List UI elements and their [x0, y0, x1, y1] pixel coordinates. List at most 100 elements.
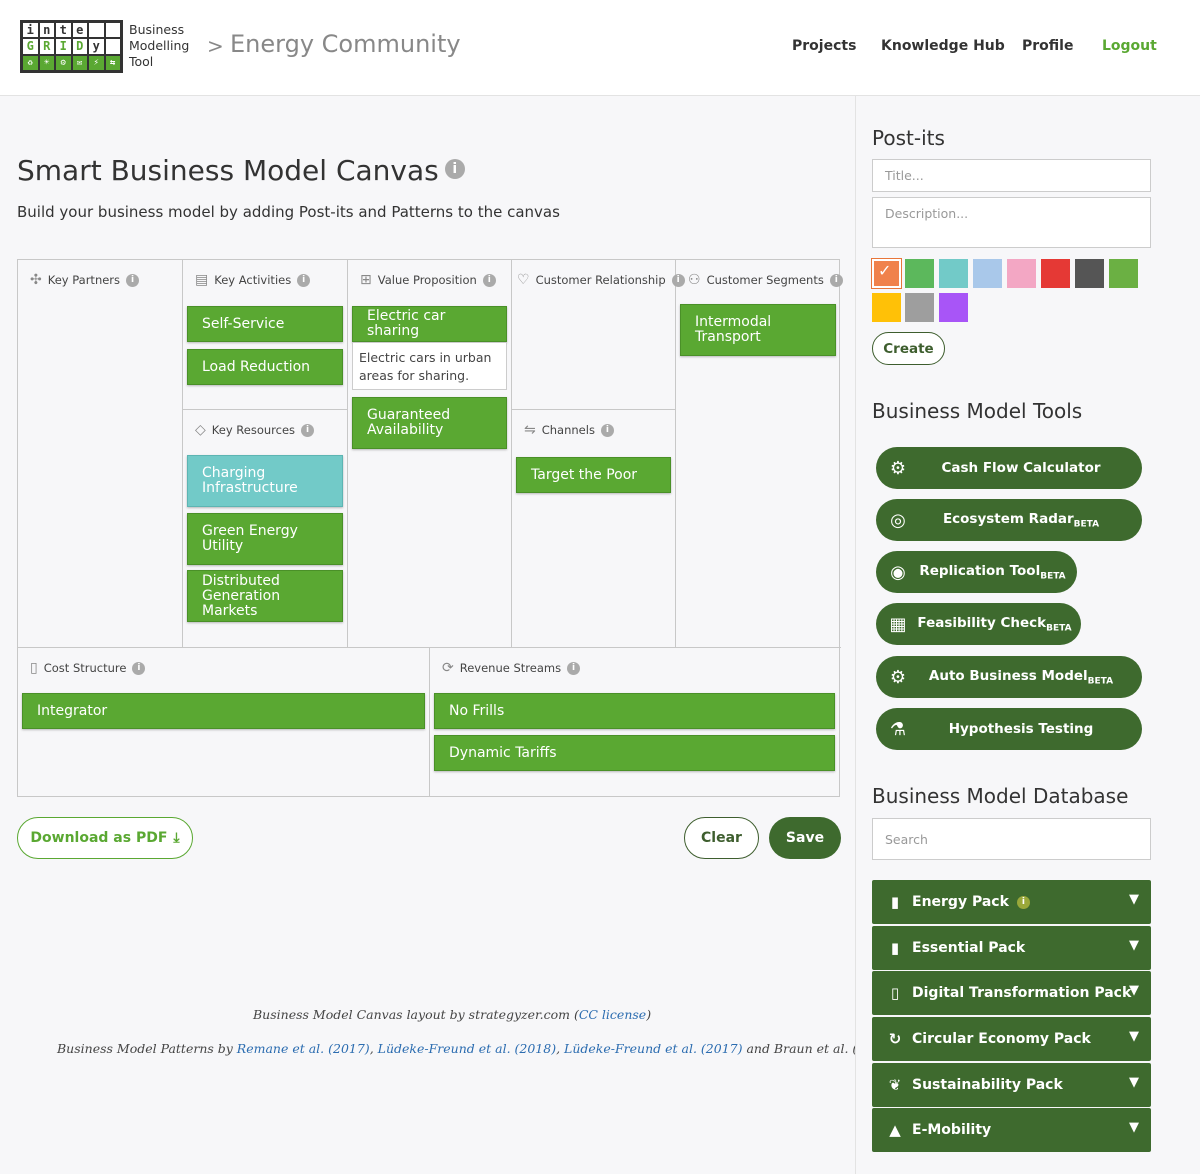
check-icon: ✓ [878, 261, 892, 280]
pack-sustainability[interactable]: ❦ Sustainability Pack ▼ [872, 1063, 1151, 1107]
postit-card[interactable]: Self-Service [187, 306, 343, 342]
info-icon[interactable]: i [444, 159, 465, 179]
block-revenue-streams[interactable]: ⟳ Revenue Streams i No Frills Dynamic Tari… [430, 648, 841, 796]
pack-digital-transformation[interactable]: ▯ Digital Transformation Pack ▼ [872, 971, 1151, 1015]
ludeke-freund-2017-link[interactable]: Lüdeke-Freund et al. (2017) [564, 1041, 742, 1056]
info-icon[interactable]: i [600, 423, 614, 437]
block-cost-structure[interactable]: ▯ Cost Structure i Integrator [18, 648, 430, 796]
info-icon[interactable]: i [829, 273, 843, 287]
chevron-down-icon: ▼ [1129, 938, 1139, 953]
color-swatch[interactable] [939, 293, 968, 322]
credit-text: ) [646, 1007, 652, 1022]
postit-card[interactable]: Distributed Generation Markets [187, 570, 343, 622]
block-header: ▤ Key Activities i [195, 272, 311, 288]
postit-card[interactable]: Guaranteed Availability [352, 397, 507, 449]
logo-letter [104, 22, 121, 39]
tools-title: Business Model Tools [872, 399, 1083, 423]
road-icon: ▲ [889, 1121, 901, 1139]
postit-card[interactable]: Target the Poor [516, 457, 671, 493]
info-icon[interactable]: i [132, 661, 146, 675]
tablet-icon: ▯ [890, 984, 900, 1002]
pack-label: Sustainability Pack [912, 1077, 1063, 1093]
nav-logout[interactable]: Logout [1102, 38, 1157, 54]
postit-card[interactable]: Dynamic Tariffs [434, 735, 835, 771]
book-icon: ▮ [890, 939, 900, 957]
logo-text-line: Tool [129, 54, 154, 69]
color-swatch[interactable] [905, 293, 934, 322]
block-channels[interactable]: ⇋ Channels i Target the Poor [512, 410, 676, 648]
flask-icon: ⚗ [889, 718, 907, 740]
color-swatch[interactable] [973, 259, 1002, 288]
clear-button[interactable]: Clear [684, 817, 759, 859]
beta-badge: BETA [1040, 571, 1066, 582]
tool-label-text: Cash Flow Calculator [941, 460, 1101, 476]
postit-card[interactable]: Green Energy Utility [187, 513, 343, 565]
postit-card[interactable]: No Frills [434, 693, 835, 729]
color-swatch[interactable] [1075, 259, 1104, 288]
block-key-resources[interactable]: ◇ Key Resources i Charging Infrastructure … [183, 410, 348, 648]
tool-ecosystem-radar[interactable]: ◎ Ecosystem RadarBETA [876, 499, 1142, 541]
diamond-icon: ◇ [195, 422, 206, 438]
logo-letter [88, 22, 105, 39]
pack-e-mobility[interactable]: ▲ E-Mobility ▼ [872, 1108, 1151, 1152]
postits-title: Post-its [872, 126, 945, 150]
info-icon[interactable]: i [567, 661, 581, 675]
cc-license-link[interactable]: CC license [579, 1007, 646, 1022]
pack-energy[interactable]: ▮ Energy Pack i ▼ [872, 880, 1151, 924]
breadcrumb-title[interactable]: Energy Community [230, 30, 461, 58]
tool-feasibility-check[interactable]: ▦ Feasibility CheckBETA [876, 603, 1081, 645]
postit-card[interactable]: Charging Infrastructure [187, 455, 343, 507]
color-swatch[interactable] [1109, 259, 1138, 288]
block-key-partners[interactable]: ✣ Key Partners i [18, 260, 183, 648]
tool-label: Cash Flow Calculator [876, 460, 1142, 476]
color-swatch[interactable] [1007, 259, 1036, 288]
info-icon[interactable]: i [1016, 895, 1030, 909]
pack-label: Essential Pack [912, 940, 1026, 956]
tool-hypothesis-testing[interactable]: ⚗ Hypothesis Testing [876, 708, 1142, 750]
color-swatch-selected[interactable]: ✓ [871, 258, 902, 289]
postit-title-input[interactable]: Title... [872, 159, 1151, 192]
nav-projects[interactable]: Projects [792, 38, 856, 54]
color-swatch[interactable] [1041, 259, 1070, 288]
download-pdf-button[interactable]: Download as PDF ⤓ [17, 817, 193, 859]
logo-letter: y [88, 38, 105, 55]
pack-circular-economy[interactable]: ↻ Circular Economy Pack ▼ [872, 1017, 1151, 1061]
remane-link[interactable]: Remane et al. (2017) [237, 1041, 370, 1056]
chevron-down-icon: ▼ [1129, 892, 1139, 907]
block-value-proposition[interactable]: ⊞ Value Proposition i Electric car sharing… [348, 260, 512, 648]
database-search-input[interactable]: Search [872, 818, 1151, 860]
logo[interactable]: i n t e G R I D y ♻ ☀ ⚙ ✉ ⚡ ⇆ [20, 20, 123, 73]
chevron-down-icon: ▼ [1129, 1029, 1139, 1044]
block-customer-segments[interactable]: ⚇ Customer Segments i Intermodal Transport [676, 260, 843, 648]
postit-card[interactable]: Electric car sharing [352, 306, 507, 342]
info-icon[interactable]: i [301, 423, 315, 437]
ludeke-freund-2018-link[interactable]: Lüdeke-Freund et al. (2018) [378, 1041, 556, 1056]
block-header: ⊞ Value Proposition i [360, 272, 496, 288]
info-icon[interactable]: i [482, 273, 496, 287]
tool-replication-tool[interactable]: ◉ Replication ToolBETA [876, 551, 1077, 593]
nav-profile[interactable]: Profile [1022, 38, 1073, 54]
create-postit-button[interactable]: Create [872, 332, 945, 365]
save-button[interactable]: Save [769, 817, 841, 859]
color-swatch[interactable] [872, 293, 901, 322]
block-customer-relationship[interactable]: ♡ Customer Relationship i [512, 260, 685, 410]
tool-label: Ecosystem RadarBETA [876, 511, 1142, 530]
pack-essential[interactable]: ▮ Essential Pack ▼ [872, 926, 1151, 970]
info-icon[interactable]: i [297, 273, 311, 287]
handshake-icon: ✣ [30, 272, 42, 288]
tool-label: Auto Business ModelBETA [876, 668, 1142, 687]
page-subtitle: Build your business model by adding Post… [17, 203, 560, 221]
header: i n t e G R I D y ♻ ☀ ⚙ ✉ ⚡ ⇆ Business M… [0, 0, 1200, 96]
postit-card[interactable]: Load Reduction [187, 349, 343, 385]
nav-knowledge-hub[interactable]: Knowledge Hub [881, 38, 1005, 54]
postit-card[interactable]: Integrator [22, 693, 425, 729]
postit-card[interactable]: Intermodal Transport [680, 304, 836, 356]
postit-description-input[interactable]: Description... [872, 197, 1151, 248]
tool-cash-flow-calculator[interactable]: ⚙ Cash Flow Calculator [876, 447, 1142, 489]
info-icon[interactable]: i [126, 273, 140, 287]
block-key-activities[interactable]: ▤ Key Activities i Self-Service Load Reduc… [183, 260, 348, 410]
color-swatch[interactable] [905, 259, 934, 288]
tool-auto-business-model[interactable]: ⚙ Auto Business ModelBETA [876, 656, 1142, 698]
color-swatch[interactable] [939, 259, 968, 288]
refresh-icon: ↻ [888, 1030, 902, 1048]
